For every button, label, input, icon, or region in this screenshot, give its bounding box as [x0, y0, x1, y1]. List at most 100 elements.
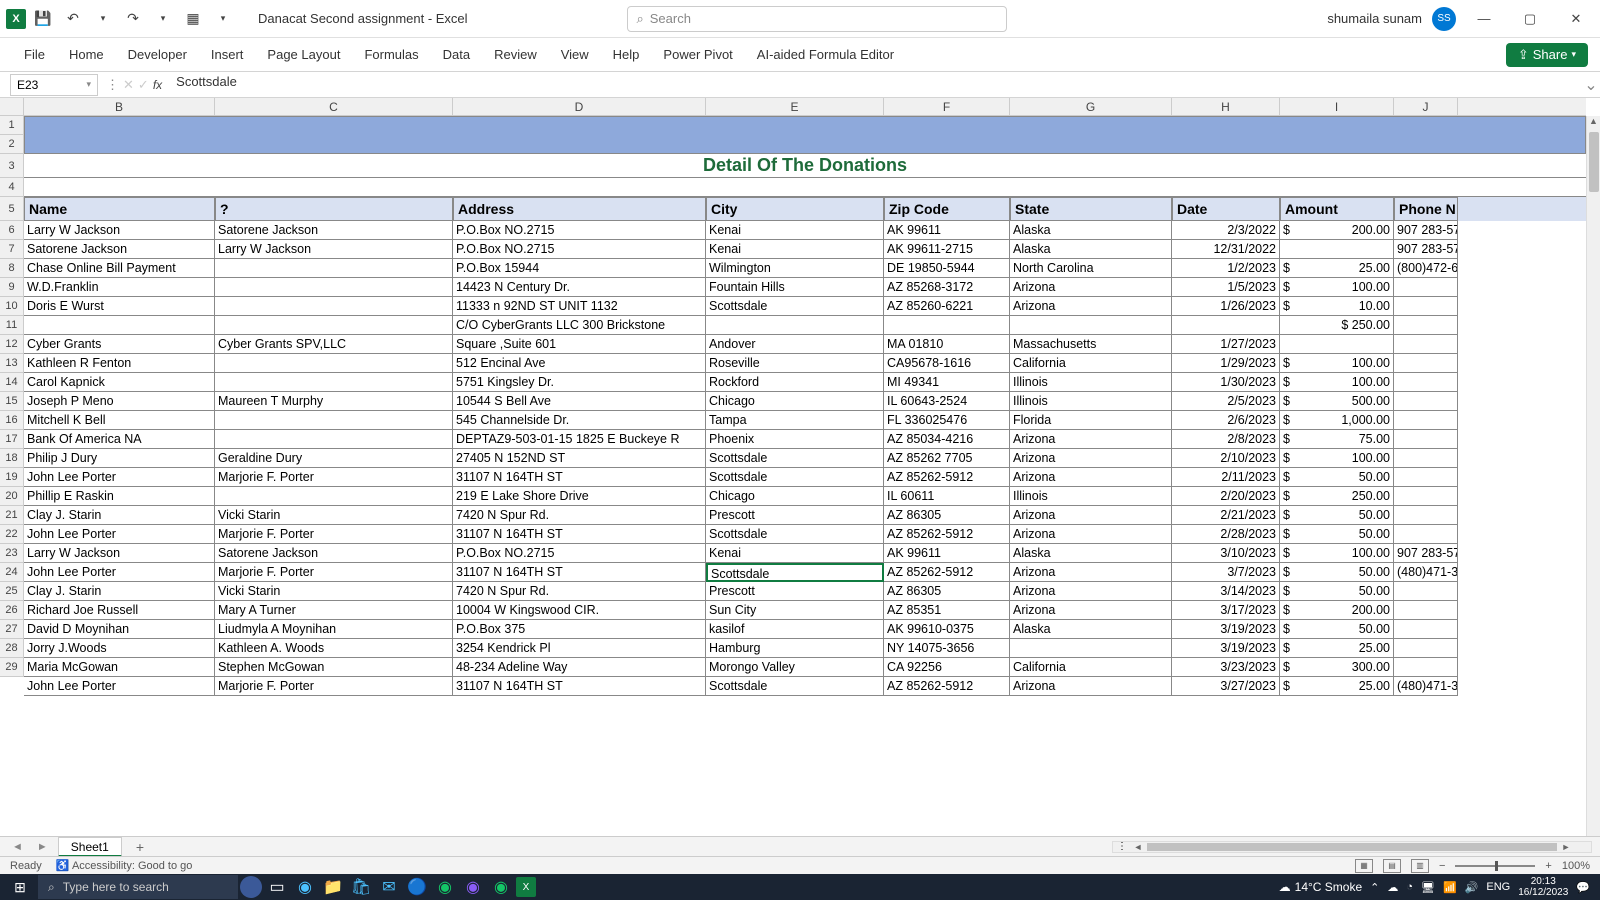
taskbar-search[interactable]: ⌕ Type here to search: [38, 875, 238, 899]
cell[interactable]: 3/19/2023: [1172, 639, 1280, 658]
cell[interactable]: AK 99611-2715: [884, 240, 1010, 259]
cell[interactable]: Cyber Grants SPV,LLC: [215, 335, 453, 354]
cell[interactable]: AZ 85262-5912: [884, 563, 1010, 582]
cell[interactable]: [1394, 354, 1458, 373]
cell[interactable]: John Lee Porter: [24, 525, 215, 544]
cell[interactable]: 3/19/2023: [1172, 620, 1280, 639]
cell[interactable]: Alaska: [1010, 620, 1172, 639]
scroll-menu-icon[interactable]: ⋮: [1113, 841, 1131, 852]
fx-icon[interactable]: fx: [153, 78, 162, 92]
cell[interactable]: [1394, 316, 1458, 335]
row-header-24[interactable]: 24: [0, 563, 23, 582]
cell[interactable]: Doris E Wurst: [24, 297, 215, 316]
row-header-8[interactable]: 8: [0, 259, 23, 278]
mail-icon[interactable]: ✉: [376, 875, 402, 899]
cell[interactable]: [215, 354, 453, 373]
cell[interactable]: 7420 N Spur Rd.: [453, 582, 706, 601]
cell[interactable]: California: [1010, 658, 1172, 677]
cell[interactable]: [1394, 278, 1458, 297]
cancel-icon[interactable]: ✕: [123, 77, 134, 93]
cell[interactable]: Clay J. Starin: [24, 582, 215, 601]
cell[interactable]: 3/10/2023: [1172, 544, 1280, 563]
cell[interactable]: [1280, 240, 1394, 259]
cell[interactable]: [1394, 487, 1458, 506]
cell[interactable]: $250.00: [1280, 487, 1394, 506]
cell[interactable]: $10.00: [1280, 297, 1394, 316]
cell[interactable]: $25.00: [1280, 677, 1394, 696]
row-header-5[interactable]: 5: [0, 197, 23, 221]
cell[interactable]: AZ 85260-6221: [884, 297, 1010, 316]
cell[interactable]: 11333 n 92ND ST UNIT 1132: [453, 297, 706, 316]
cell[interactable]: 2/6/2023: [1172, 411, 1280, 430]
cell[interactable]: Alaska: [1010, 240, 1172, 259]
cell[interactable]: P.O.Box 15944: [453, 259, 706, 278]
cell[interactable]: $50.00: [1280, 563, 1394, 582]
undo-icon[interactable]: ↶: [60, 6, 86, 32]
col-header-C[interactable]: C: [215, 98, 453, 115]
page-break-icon[interactable]: ▥: [1411, 859, 1429, 873]
cell[interactable]: Prescott: [706, 582, 884, 601]
cell[interactable]: DEPTAZ9-503-01-15 1825 E Buckeye R: [453, 430, 706, 449]
cell[interactable]: Marjorie F. Porter: [215, 468, 453, 487]
cell[interactable]: John Lee Porter: [24, 563, 215, 582]
cell[interactable]: [884, 316, 1010, 335]
row-header-25[interactable]: 25: [0, 582, 23, 601]
cell[interactable]: Hamburg: [706, 639, 884, 658]
cell[interactable]: 5751 Kingsley Dr.: [453, 373, 706, 392]
cell[interactable]: Richard Joe Russell: [24, 601, 215, 620]
cell[interactable]: P.O.Box 375: [453, 620, 706, 639]
cell[interactable]: [1394, 506, 1458, 525]
cell[interactable]: Florida: [1010, 411, 1172, 430]
cell[interactable]: Kathleen R Fenton: [24, 354, 215, 373]
col-header-H[interactable]: H: [1172, 98, 1280, 115]
row-header-27[interactable]: 27: [0, 620, 23, 639]
col-header-I[interactable]: I: [1280, 98, 1394, 115]
cell[interactable]: 31107 N 164TH ST: [453, 525, 706, 544]
cell[interactable]: [1394, 620, 1458, 639]
cell[interactable]: [24, 316, 215, 335]
row-header-28[interactable]: 28: [0, 639, 23, 658]
cell[interactable]: MA 01810: [884, 335, 1010, 354]
cell[interactable]: Mary A Turner: [215, 601, 453, 620]
cell[interactable]: 14423 N Century Dr.: [453, 278, 706, 297]
cell[interactable]: Arizona: [1010, 278, 1172, 297]
cell[interactable]: Tampa: [706, 411, 884, 430]
scroll-right-icon[interactable]: ►: [1559, 842, 1573, 852]
app-2-icon[interactable]: ◉: [432, 875, 458, 899]
cell[interactable]: Larry W Jackson: [24, 544, 215, 563]
cell[interactable]: $50.00: [1280, 620, 1394, 639]
cell[interactable]: 545 Channelside Dr.: [453, 411, 706, 430]
prev-sheet-icon[interactable]: ◄: [8, 841, 27, 853]
row-header-29[interactable]: 29: [0, 658, 23, 677]
cell[interactable]: $25.00: [1280, 259, 1394, 278]
zoom-in-icon[interactable]: +: [1545, 860, 1551, 872]
cell[interactable]: Carol Kapnick: [24, 373, 215, 392]
cell[interactable]: Rockford: [706, 373, 884, 392]
cell[interactable]: [1394, 525, 1458, 544]
tab-developer[interactable]: Developer: [116, 41, 199, 68]
tab-page-layout[interactable]: Page Layout: [255, 41, 352, 68]
hscroll-thumb[interactable]: [1147, 843, 1557, 851]
cell[interactable]: Satorene Jackson: [215, 544, 453, 563]
cell[interactable]: 3254 Kendrick Pl: [453, 639, 706, 658]
cell[interactable]: [1280, 335, 1394, 354]
cell[interactable]: DE 19850-5944: [884, 259, 1010, 278]
cell[interactable]: Satorene Jackson: [24, 240, 215, 259]
tab-help[interactable]: Help: [601, 41, 652, 68]
store-icon[interactable]: 🛍: [348, 875, 374, 899]
cell[interactable]: Fountain Hills: [706, 278, 884, 297]
cell[interactable]: AZ 85262-5912: [884, 677, 1010, 696]
cell[interactable]: Larry W Jackson: [215, 240, 453, 259]
edge-icon[interactable]: ◉: [292, 875, 318, 899]
cell[interactable]: 907 283-57: [1394, 544, 1458, 563]
cell[interactable]: 2/11/2023: [1172, 468, 1280, 487]
sheet-tab[interactable]: Sheet1: [58, 837, 122, 857]
cell[interactable]: Arizona: [1010, 297, 1172, 316]
col-header-J[interactable]: J: [1394, 98, 1458, 115]
explorer-icon[interactable]: 📁: [320, 875, 346, 899]
select-all-corner[interactable]: [0, 98, 24, 116]
row-header-26[interactable]: 26: [0, 601, 23, 620]
row-header-12[interactable]: 12: [0, 335, 23, 354]
qat-more-icon[interactable]: ▾: [210, 6, 236, 32]
cell[interactable]: Kenai: [706, 240, 884, 259]
